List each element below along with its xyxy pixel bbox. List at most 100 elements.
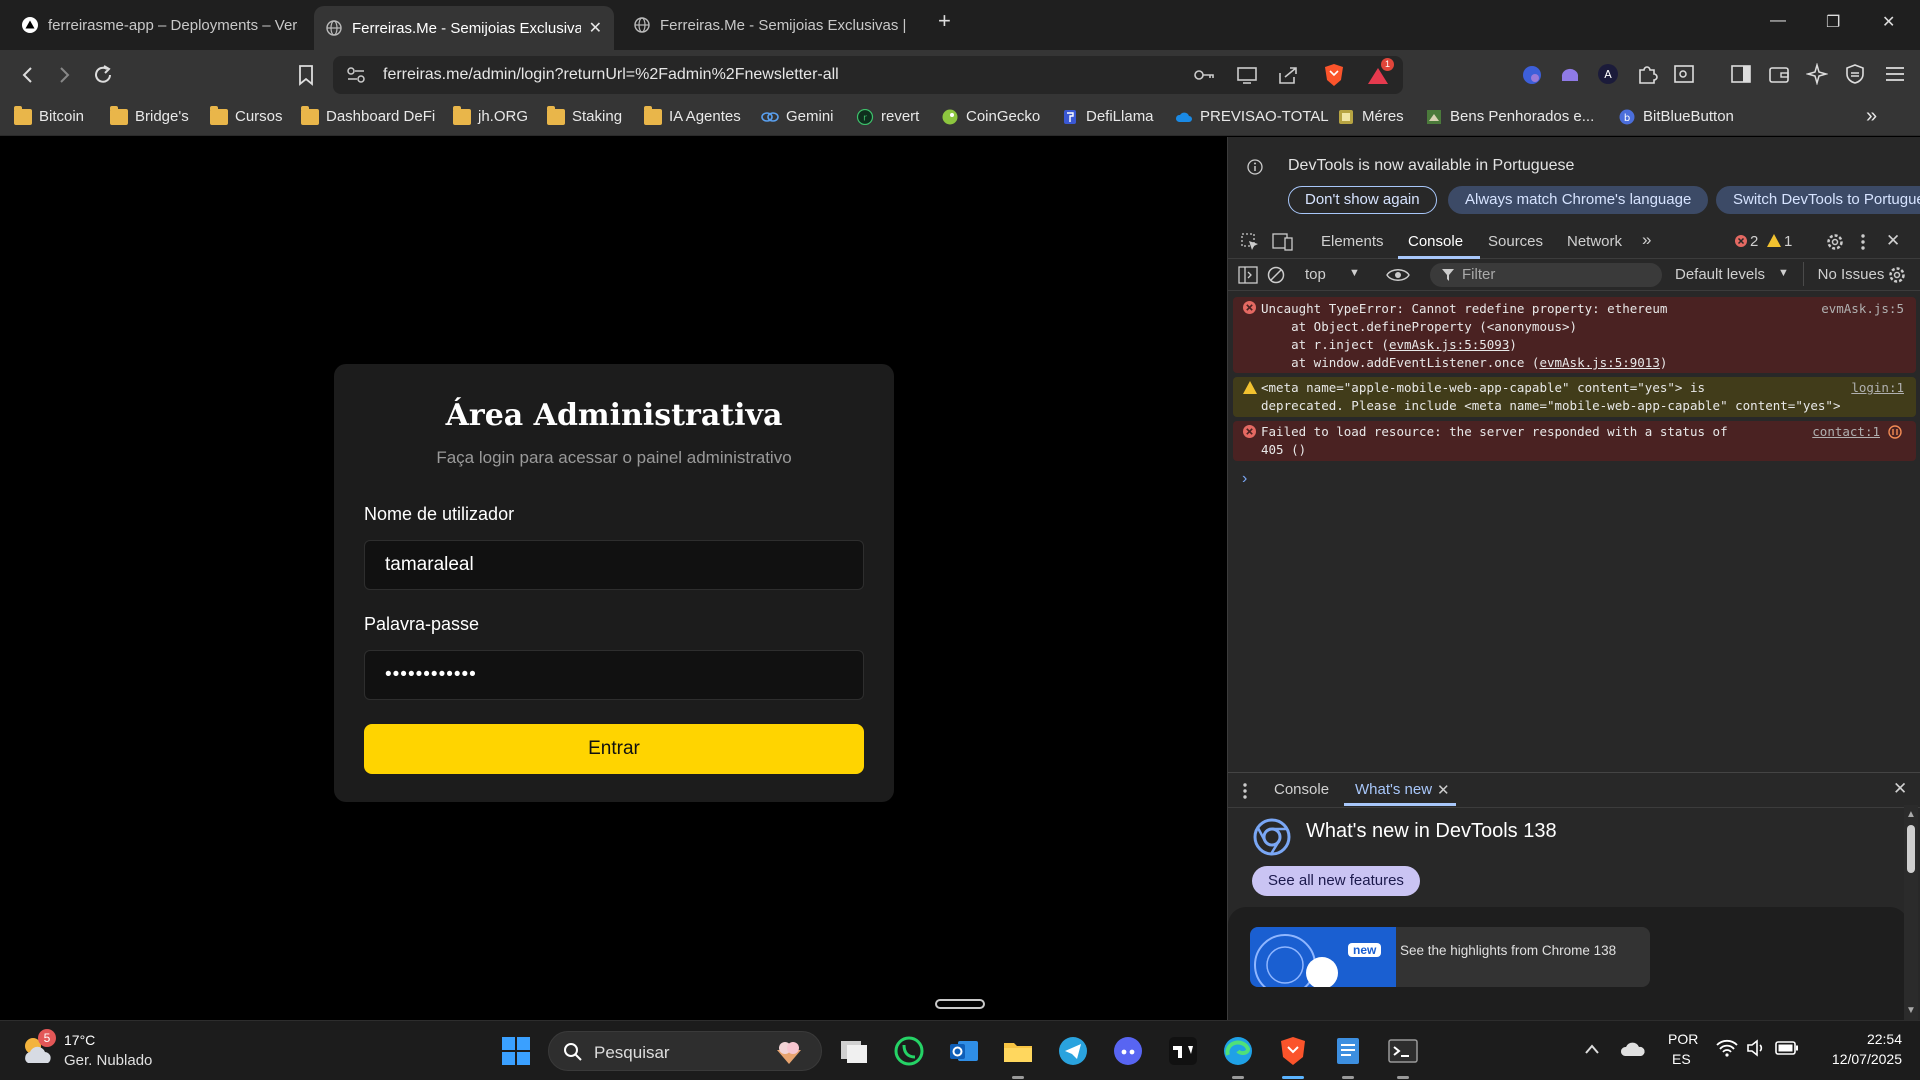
clock-date[interactable]: 12/07/2025 [1832, 1051, 1902, 1067]
menu-icon[interactable] [1884, 65, 1906, 83]
taskbar-search[interactable]: Pesquisar [548, 1031, 822, 1071]
inspect-element-icon[interactable] [1240, 232, 1260, 252]
tab-sources[interactable]: Sources [1488, 233, 1543, 250]
highlights-item[interactable]: new See the highlights from Chrome 138 [1250, 927, 1650, 987]
bookmark-coingecko[interactable]: CoinGecko [941, 108, 1040, 125]
file-explorer-icon[interactable] [1002, 1035, 1034, 1067]
bookmark-bridges[interactable]: Bridge's [110, 105, 189, 125]
console-prompt[interactable]: › [1242, 470, 1247, 488]
vpn-extension-icon[interactable] [1520, 63, 1544, 87]
tab-vercel[interactable]: ferreirasme-app – Deployments – Vercel [10, 8, 310, 42]
scroll-up-icon[interactable]: ▲ [1906, 809, 1916, 820]
network-panel-icon[interactable] [1888, 425, 1902, 439]
tab-elements[interactable]: Elements [1321, 233, 1384, 250]
keyboard-layout[interactable]: ES [1672, 1051, 1691, 1067]
clear-console-icon[interactable] [1267, 266, 1285, 284]
tab-network[interactable]: Network [1567, 233, 1622, 250]
switch-to-portuguese-button[interactable]: Switch DevTools to Portuguese [1716, 186, 1920, 214]
more-bookmarks-icon[interactable]: » [1866, 105, 1877, 128]
issues-counter[interactable]: No Issues [1803, 266, 1899, 283]
ghost-extension-icon[interactable] [1558, 63, 1582, 87]
password-key-icon[interactable] [1193, 67, 1215, 83]
scroll-down-icon[interactable]: ▼ [1906, 1005, 1916, 1016]
vpn-shield-icon[interactable] [1844, 63, 1866, 85]
video-thumbnail[interactable]: new [1250, 927, 1396, 987]
brave-taskbar-icon[interactable] [1277, 1035, 1309, 1067]
chevron-up-icon[interactable] [1584, 1043, 1600, 1055]
battery-icon[interactable] [1775, 1040, 1799, 1056]
console-settings-icon[interactable] [1887, 265, 1907, 285]
cast-icon[interactable] [1236, 66, 1258, 84]
bookmark-previsao-total[interactable]: PREVISAO-TOTAL [1175, 108, 1329, 125]
sidebar-toggle-icon[interactable] [1238, 266, 1258, 284]
notepad-icon[interactable] [1332, 1035, 1364, 1067]
outlook-icon[interactable] [948, 1035, 980, 1067]
tab-ferreiras-home[interactable]: Ferreiras.Me - Semijoias Exclusivas | Jo… [622, 8, 922, 42]
scrollbar-thumb[interactable] [1907, 825, 1915, 873]
bookmark-icon[interactable] [296, 64, 316, 86]
window-close-icon[interactable]: ✕ [1882, 12, 1895, 32]
restore-icon[interactable]: ❐ [1826, 12, 1840, 32]
alpha-extension-icon[interactable]: A [1597, 63, 1619, 85]
forward-icon[interactable] [54, 65, 74, 85]
reader-mode-icon[interactable] [1673, 63, 1695, 85]
bookmark-defillama[interactable]: DefiLlama [1061, 108, 1154, 125]
bookmark-revert[interactable]: r revert [856, 108, 919, 125]
bookmark-bitcoin[interactable]: Bitcoin [14, 105, 84, 125]
more-options-icon[interactable] [1860, 232, 1866, 252]
tab-ferreiras-login[interactable]: Ferreiras.Me - Semijoias Exclusivas ✕ [314, 6, 614, 50]
device-toolbar-icon[interactable] [1272, 232, 1294, 252]
new-tab-icon[interactable]: + [938, 8, 951, 34]
wifi-icon[interactable] [1716, 1039, 1738, 1057]
volume-icon[interactable] [1746, 1039, 1766, 1057]
reload-icon[interactable] [92, 64, 114, 86]
onedrive-icon[interactable] [1620, 1039, 1646, 1059]
tab-console[interactable]: Console [1408, 233, 1463, 250]
telegram-icon[interactable] [1057, 1035, 1089, 1067]
bookmark-bitbluebutton[interactable]: b BitBlueButton [1618, 108, 1734, 125]
drawer-tab-whats-new[interactable]: What's new [1355, 781, 1432, 798]
source-link[interactable]: evmAsk.js:5:9013 [1539, 355, 1659, 370]
bookmark-ia-agentes[interactable]: IA Agentes [644, 105, 741, 125]
close-tab-icon[interactable]: ✕ [589, 18, 602, 38]
site-settings-icon[interactable] [347, 67, 365, 83]
discord-icon[interactable] [1112, 1035, 1144, 1067]
log-levels-dropdown[interactable]: Default levels [1675, 266, 1765, 283]
password-input[interactable]: •••••••••••• [364, 650, 864, 700]
edge-icon[interactable] [1222, 1035, 1254, 1067]
source-link[interactable]: evmAsk.js:5:5093 [1389, 337, 1509, 352]
message-source[interactable]: evmAsk.js:5 [1821, 300, 1904, 318]
close-devtools-icon[interactable]: ✕ [1886, 231, 1900, 251]
bookmark-gemini[interactable]: Gemini [761, 108, 834, 125]
tradingview-icon[interactable] [1167, 1035, 1199, 1067]
input-language[interactable]: POR [1668, 1031, 1698, 1047]
drawer-menu-icon[interactable] [1242, 781, 1248, 801]
bookmark-dashboard-defi[interactable]: Dashboard DeFi [301, 105, 435, 125]
close-drawer-tab-icon[interactable]: ✕ [1437, 781, 1450, 799]
share-icon[interactable] [1277, 65, 1299, 85]
more-tabs-icon[interactable]: » [1642, 230, 1651, 250]
bookmark-jh-org[interactable]: jh.ORG [453, 105, 528, 125]
settings-gear-icon[interactable] [1825, 232, 1845, 252]
bookmark-bens-penhorados[interactable]: Bens Penhorados e... [1425, 108, 1594, 125]
terminal-icon[interactable] [1387, 1035, 1419, 1067]
wallet-icon[interactable] [1768, 63, 1790, 85]
warning-count[interactable]: 1 [1784, 233, 1792, 250]
clock-time[interactable]: 22:54 [1867, 1031, 1902, 1047]
error-count[interactable]: 2 [1750, 233, 1758, 250]
brave-shields-icon[interactable] [1323, 63, 1345, 87]
back-icon[interactable] [18, 65, 38, 85]
address-bar[interactable]: ferreiras.me/admin/login?returnUrl=%2Fad… [333, 56, 1403, 94]
console-filter-input[interactable]: Filter [1430, 263, 1662, 287]
bookmark-staking[interactable]: Staking [547, 105, 622, 125]
whatsapp-icon[interactable] [893, 1035, 925, 1067]
drawer-tab-console[interactable]: Console [1274, 781, 1329, 798]
message-source[interactable]: login:1 [1851, 379, 1904, 397]
see-all-features-button[interactable]: See all new features [1252, 866, 1420, 896]
leo-ai-icon[interactable] [1806, 63, 1828, 85]
windows-start-icon[interactable] [500, 1035, 532, 1067]
sidebar-icon[interactable] [1730, 64, 1752, 84]
bookmark-cursos[interactable]: Cursos [210, 105, 283, 125]
bookmark-meres[interactable]: Méres [1337, 108, 1404, 125]
context-selector[interactable]: top [1305, 266, 1326, 283]
